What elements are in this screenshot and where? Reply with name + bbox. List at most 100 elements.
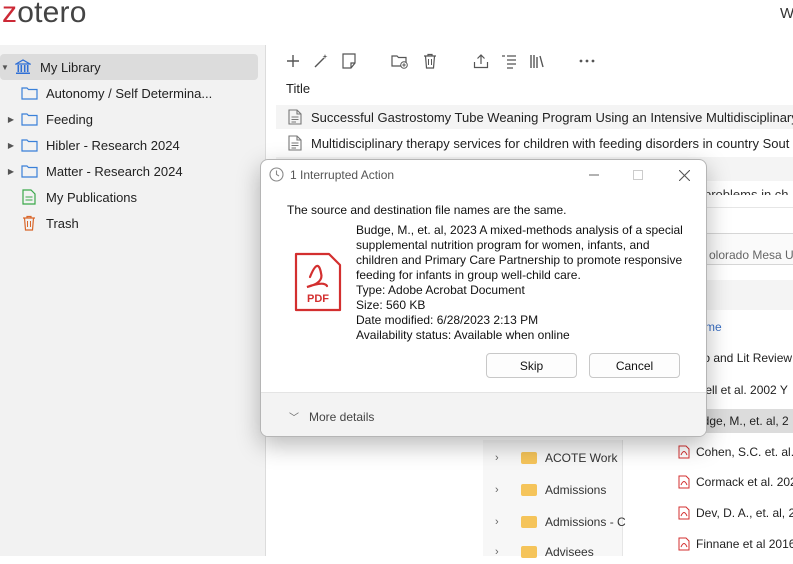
file-name: tsell et al. 2002 Y [696,383,788,397]
document-icon [288,135,302,151]
pdf-icon [678,506,690,520]
expand-twisty[interactable]: ▶ [6,141,16,150]
more-icon[interactable] [576,51,598,71]
maximize-icon [628,165,648,185]
collection-matter[interactable]: ▶ Matter - Research 2024 [6,158,183,184]
collection-feeding[interactable]: ▶ Feeding [6,106,93,132]
collection-label: My Library [40,59,101,75]
add-by-identifier-icon[interactable] [310,51,332,71]
file-row[interactable]: Cohen, S.C. et. al., [678,440,793,464]
dialog-footer: ﹀ More details [261,392,706,436]
delete-icon[interactable] [419,51,441,71]
expand-twisty[interactable]: ▶ [6,115,16,124]
dialog-titlebar[interactable]: 1 Interrupted Action [261,160,706,190]
chevron-right-icon[interactable]: › [495,546,513,558]
search-placeholder: olorado Mesa Un [709,248,793,262]
column-header-name[interactable]: me [705,320,722,334]
chevron-right-icon[interactable]: › [495,484,513,496]
collection-autonomy[interactable]: Autonomy / Self Determina... [6,80,212,106]
folder-icon [521,484,537,496]
collection-hibler[interactable]: ▶ Hibler - Research 2024 [6,132,180,158]
dialog-message: The source and destination file names ar… [287,203,567,217]
folder-advisees[interactable]: › Advisees [495,540,594,564]
collection-label: Autonomy / Self Determina... [46,85,213,101]
folder-admissions-c[interactable]: › Admissions - C [495,510,626,534]
interrupted-action-dialog: 1 Interrupted Action The source and dest… [260,159,707,437]
item-title: Multidisciplinary therapy services for c… [311,135,790,151]
expand-twisty[interactable]: ▶ [6,167,16,176]
items-toolbar [267,45,793,77]
new-item-icon[interactable] [282,51,304,71]
collection-my-publications[interactable]: My Publications [6,184,137,210]
chevron-right-icon[interactable]: › [495,452,513,464]
more-details-label: More details [309,409,375,424]
file-name: udge, M., et. al, 2 [696,414,789,428]
folder-icon [20,110,38,128]
export-icon[interactable] [470,51,492,71]
file-name: Finnane et al 2016 [696,537,793,551]
skip-button[interactable]: Skip [486,353,577,378]
collection-pane: ▼ My Library Autonomy / Self Determina..… [0,45,266,556]
file-row[interactable]: Finnane et al 2016 [678,532,793,556]
pdf-icon [678,445,690,459]
file-row[interactable]: tsell et al. 2002 Y [696,378,793,402]
pdf-file-icon: PDF [294,252,342,312]
chevron-right-icon[interactable]: › [495,516,513,528]
file-row[interactable]: Dev, D. A., et. al, 20 [678,501,793,525]
collection-label: Feeding [46,111,93,127]
item-title: Successful Gastrostomy Tube Weaning Prog… [311,109,793,125]
file-date-modified: Date modified: 6/28/2023 2:13 PM [356,313,539,327]
expand-twisty[interactable]: ▼ [0,63,10,72]
new-collection-icon[interactable] [389,51,411,71]
pdf-icon [678,475,690,489]
clock-icon [269,167,284,182]
dialog-title: 1 Interrupted Action [290,168,395,182]
close-icon[interactable] [674,165,694,185]
file-row[interactable]: tro and Lit Review [696,346,793,370]
folder-icon [20,84,38,102]
collection-trash[interactable]: Trash [6,210,79,236]
pdf-icon-label: PDF [307,293,329,305]
folder-icon [20,136,38,154]
collection-label: My Publications [46,189,138,205]
more-details-toggle[interactable]: ﹀ More details [289,409,375,425]
minimize-icon[interactable] [584,165,604,185]
collection-label: Trash [46,215,79,231]
folder-label: Advisees [545,545,594,559]
file-name: tro and Lit Review [696,351,793,365]
item-row[interactable]: Successful Gastrostomy Tube Weaning Prog… [276,105,793,129]
window-edge-text: W [780,5,793,22]
zotero-logo-rest: otero [17,0,87,29]
item-row[interactable]: Multidisciplinary therapy services for c… [276,131,793,155]
folder-label: Admissions - C [545,515,626,529]
sort-icon[interactable] [498,51,520,71]
new-note-icon[interactable] [338,51,360,71]
file-row[interactable]: Cormack et al. 202 [678,470,793,494]
folder-icon [521,546,537,558]
collection-my-library[interactable]: ▼ My Library [0,54,258,80]
file-name: Dev, D. A., et. al, 20 [696,506,793,520]
folder-label: Admissions [545,483,607,497]
collection-label: Hibler - Research 2024 [46,137,180,153]
file-name: Cohen, S.C. et. al., [696,445,793,459]
folder-admissions[interactable]: › Admissions [495,478,606,502]
chevron-down-icon: ﹀ [289,413,299,424]
folder-icon [521,452,537,464]
folder-icon [521,516,537,528]
file-type: Type: Adobe Acrobat Document [356,283,525,297]
document-icon [288,109,302,125]
library-lookup-icon[interactable] [526,51,548,71]
library-icon [14,58,32,76]
column-header-title[interactable]: Title [278,78,793,100]
folder-acote-work[interactable]: › ACOTE Work [495,446,617,470]
pdf-icon [678,537,690,551]
cancel-button[interactable]: Cancel [589,353,680,378]
zotero-logo-z: z [2,0,18,29]
zotero-logo: zotero [2,0,87,30]
folder-label: ACOTE Work [545,451,618,465]
folder-icon [20,162,38,180]
file-name: Cormack et al. 202 [696,475,793,489]
trash-icon [20,214,38,232]
collection-label: Matter - Research 2024 [46,163,183,179]
file-size: Size: 560 KB [356,298,426,312]
